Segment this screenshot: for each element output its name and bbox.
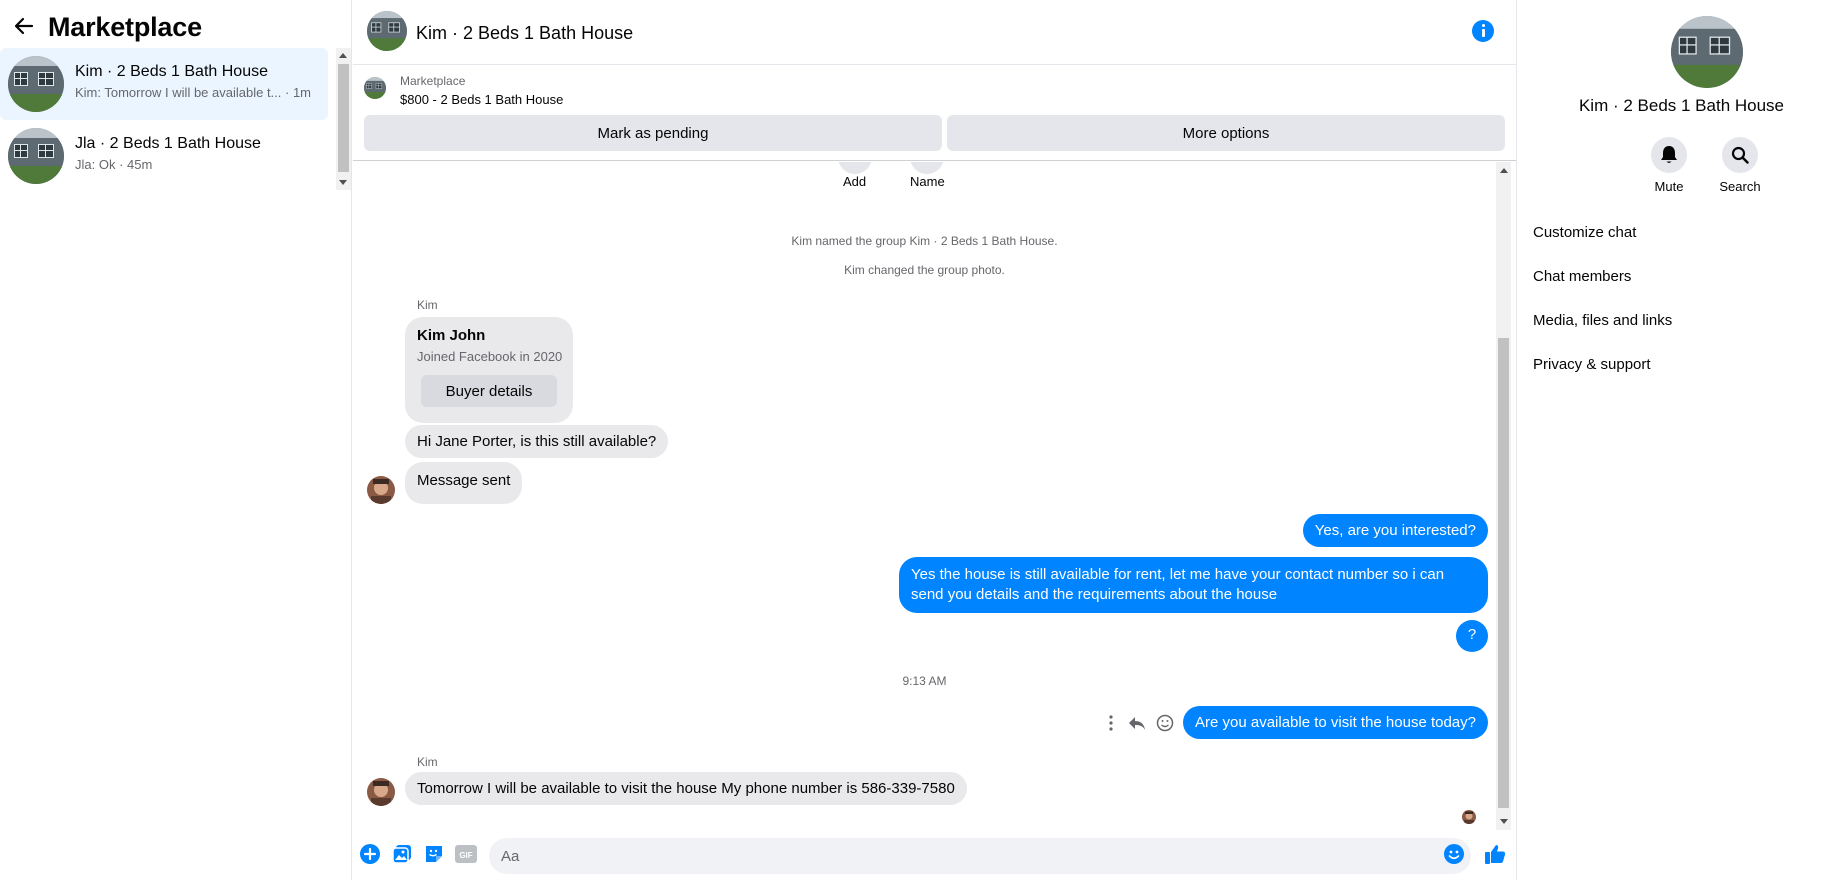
system-message: Kim changed the group photo. — [844, 263, 1005, 277]
like-icon[interactable] — [1483, 842, 1507, 866]
chat-title[interactable]: Kim · 2 Beds 1 Bath House — [416, 23, 633, 44]
group-photo — [1671, 16, 1743, 88]
marketplace-label: Marketplace — [400, 74, 466, 88]
buyer-name: Kim John — [417, 327, 486, 344]
search-icon — [1731, 146, 1749, 164]
sidebar-title: Marketplace — [48, 12, 202, 42]
name-label: Name — [910, 174, 945, 189]
gif-icon[interactable]: GIF — [455, 845, 477, 863]
sidebar-scrollbar[interactable] — [336, 48, 351, 190]
buyer-card: Kim John Joined Facebook in 2020 Buyer d… — [405, 317, 573, 423]
buyer-joined: Joined Facebook in 2020 — [417, 349, 563, 364]
mute-label: Mute — [1654, 179, 1684, 194]
chat-header: Kim · 2 Beds 1 Bath House — [353, 0, 1516, 65]
message-bubble-outgoing[interactable]: ? — [1456, 620, 1488, 652]
sender-avatar — [367, 476, 395, 504]
sidebar-header: Marketplace — [0, 0, 352, 48]
plus-icon[interactable] — [359, 843, 381, 865]
buyer-details-button[interactable]: Buyer details — [421, 375, 557, 407]
system-message: Kim named the group Kim · 2 Beds 1 Bath … — [791, 234, 1058, 248]
conversation-info-panel: Kim · 2 Beds 1 Bath House Mute Search Cu… — [1516, 0, 1845, 880]
conversation-preview: Kim: Tomorrow I will be available t... ·… — [75, 85, 311, 100]
message-scrollbar[interactable] — [1496, 162, 1511, 830]
conversation-item-jla[interactable]: Jla · 2 Beds 1 Bath House Jla: Ok · 45m — [0, 120, 328, 192]
message-thread: Add Name Kim named the group Kim · 2 Bed… — [353, 162, 1516, 830]
message-bubble-incoming[interactable]: Hi Jane Porter, is this still available? — [405, 425, 669, 458]
customize-chat-item[interactable]: Customize chat — [1533, 224, 1636, 241]
sender-name: Kim — [417, 298, 438, 312]
media-files-links-item[interactable]: Media, files and links — [1533, 312, 1672, 329]
conversation-preview: Jla: Ok · 45m — [75, 157, 153, 172]
scroll-down-icon[interactable] — [339, 180, 347, 185]
chat-avatar[interactable] — [367, 11, 407, 51]
bell-icon — [1661, 146, 1677, 163]
react-icon[interactable] — [1156, 714, 1174, 732]
conversation-thumbnail — [8, 56, 64, 112]
sender-name: Kim — [417, 755, 438, 769]
message-bubble-incoming[interactable]: Message sent — [405, 462, 523, 504]
sender-avatar — [367, 778, 395, 806]
message-bubble-outgoing[interactable]: Are you available to visit the house tod… — [1182, 706, 1488, 739]
conversation-name: Jla · 2 Beds 1 Bath House — [75, 135, 261, 152]
reply-icon[interactable] — [1128, 714, 1146, 732]
privacy-support-item[interactable]: Privacy & support — [1533, 356, 1651, 373]
chat-main: Kim · 2 Beds 1 Bath House Marketplace $8… — [353, 0, 1516, 880]
conversation-name: Kim · 2 Beds 1 Bath House — [75, 63, 268, 80]
sticker-icon[interactable] — [423, 843, 445, 865]
conversation-sidebar: Marketplace Kim · 2 Beds 1 Bath House Ki… — [0, 0, 352, 880]
image-icon[interactable] — [391, 843, 413, 865]
emoji-icon[interactable] — [1443, 843, 1465, 865]
info-icon[interactable] — [1472, 20, 1494, 42]
back-arrow-icon[interactable] — [12, 14, 36, 38]
mark-as-pending-button[interactable]: Mark as pending — [364, 115, 942, 151]
message-bubble-outgoing[interactable]: Yes, are you interested? — [1302, 514, 1488, 547]
scrollbar-thumb[interactable] — [1498, 338, 1509, 808]
more-options-button[interactable]: More options — [947, 115, 1505, 151]
message-bubble-incoming[interactable]: Tomorrow I will be available to visit th… — [405, 772, 967, 805]
name-group-icon[interactable] — [910, 162, 944, 174]
chat-members-item[interactable]: Chat members — [1533, 268, 1631, 285]
message-composer: GIF — [353, 830, 1516, 880]
add-people-icon[interactable] — [838, 162, 872, 174]
marketplace-banner: Marketplace $800 - 2 Beds 1 Bath House M… — [353, 65, 1516, 161]
search-label: Search — [1719, 179, 1761, 194]
scroll-down-icon[interactable] — [1500, 819, 1508, 824]
more-actions-icon[interactable] — [1102, 714, 1120, 732]
message-timestamp: 9:13 AM — [902, 674, 947, 688]
read-receipt-avatar — [1462, 810, 1476, 824]
conversation-thumbnail — [8, 128, 64, 184]
conversation-list: Kim · 2 Beds 1 Bath House Kim: Tomorrow … — [0, 48, 328, 192]
group-name: Kim · 2 Beds 1 Bath House — [1578, 96, 1785, 115]
scrollbar-thumb[interactable] — [338, 64, 349, 172]
scroll-up-icon[interactable] — [339, 53, 347, 58]
listing-thumbnail — [364, 77, 386, 99]
mute-button[interactable]: Mute — [1639, 137, 1699, 194]
listing-title[interactable]: $800 - 2 Beds 1 Bath House — [400, 92, 563, 107]
message-bubble-outgoing[interactable]: Yes the house is still available for ren… — [899, 557, 1488, 613]
scroll-up-icon[interactable] — [1500, 168, 1508, 173]
add-label: Add — [843, 174, 867, 189]
message-input[interactable] — [489, 838, 1471, 874]
search-button[interactable]: Search — [1710, 137, 1770, 194]
conversation-item-kim[interactable]: Kim · 2 Beds 1 Bath House Kim: Tomorrow … — [0, 48, 328, 120]
